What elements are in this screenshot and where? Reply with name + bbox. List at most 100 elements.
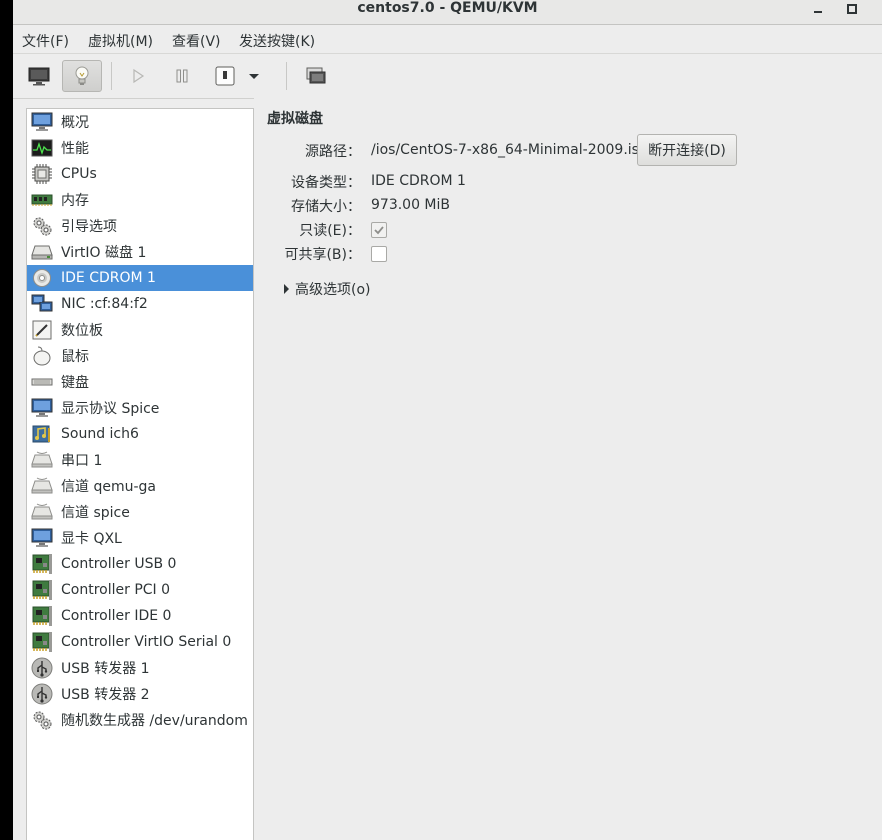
hardware-item-label: 引导选项	[61, 219, 117, 235]
hardware-item-tablet[interactable]: 数位板	[27, 317, 253, 343]
hardware-item-boot-options[interactable]: 引导选项	[27, 213, 253, 239]
usb-redirector-icon	[31, 657, 53, 679]
usb-redirector-icon	[31, 683, 53, 705]
sound-icon	[32, 425, 50, 443]
hardware-item-controller-pci[interactable]: Controller PCI 0	[27, 577, 253, 603]
channel-icon	[31, 477, 53, 494]
toolbar-separator	[111, 62, 112, 90]
title-bar: centos7.0 - QEMU/KVM	[13, 0, 882, 25]
toolbar-separator	[286, 62, 287, 90]
menu-send-key[interactable]: 发送按键(K)	[239, 31, 315, 51]
cdrom-disc-icon	[33, 269, 51, 287]
menu-view[interactable]: 查看(V)	[172, 31, 221, 51]
hardware-item-mouse[interactable]: 鼠标	[27, 343, 253, 369]
memory-icon	[31, 194, 53, 206]
shutdown-menu-button[interactable]	[243, 60, 265, 92]
play-icon	[133, 68, 145, 84]
mouse-icon	[33, 346, 51, 366]
monitor-icon	[28, 67, 50, 86]
hardware-item-performance[interactable]: 性能	[27, 135, 253, 161]
hardware-item-label: NIC :cf:84:f2	[61, 296, 148, 312]
hardware-item-label: 性能	[61, 141, 89, 157]
pause-icon	[176, 69, 188, 83]
shutdown-button[interactable]	[206, 60, 244, 92]
hardware-item-rng[interactable]: 随机数生成器 /dev/urandom	[27, 707, 253, 733]
details-panel: 虚拟磁盘 源路径： /ios/CentOS-7-x86_64-Minimal-2…	[254, 98, 882, 840]
checkmark-icon	[374, 226, 384, 235]
network-icon	[31, 294, 53, 312]
advanced-options-label: 高级选项(o)	[295, 282, 371, 298]
keyboard-icon	[31, 378, 53, 386]
advanced-options-expander[interactable]: 高级选项(o)	[284, 279, 371, 299]
maximize-icon	[847, 4, 857, 14]
toolbar	[13, 54, 882, 138]
hardware-item-label: Controller VirtIO Serial 0	[61, 634, 232, 650]
hardware-item-ide-cdrom[interactable]: IDE CDROM 1	[27, 265, 253, 291]
hardware-item-memory[interactable]: 内存	[27, 187, 253, 213]
console-button[interactable]	[20, 60, 58, 92]
minimize-button[interactable]	[808, 0, 828, 18]
hardware-item-overview[interactable]: 概况	[27, 109, 253, 135]
chevron-down-icon	[249, 74, 259, 79]
hardware-item-controller-ide[interactable]: Controller IDE 0	[27, 603, 253, 629]
hardware-item-label: 显卡 QXL	[61, 531, 122, 547]
hardware-item-label: USB 转发器 2	[61, 687, 150, 703]
controller-card-icon	[32, 632, 52, 652]
hardware-item-label: 数位板	[61, 323, 103, 339]
controller-card-icon	[32, 580, 52, 600]
hardware-item-label: 串口 1	[61, 453, 103, 469]
hardware-item-label: 概况	[61, 115, 89, 131]
storage-size-value: 973.00 MiB	[371, 197, 451, 213]
hardware-item-controller-virtio-serial[interactable]: Controller VirtIO Serial 0	[27, 629, 253, 655]
disconnect-button[interactable]: 断开连接(D)	[637, 134, 737, 166]
hardware-item-label: VirtIO 磁盘 1	[61, 245, 147, 261]
menu-bar: 文件(F) 虚拟机(M) 查看(V) 发送按键(K)	[13, 25, 882, 54]
display-monitor-icon	[31, 398, 53, 417]
device-type-value: IDE CDROM 1	[371, 173, 466, 189]
readonly-checkbox[interactable]	[371, 222, 387, 238]
hardware-item-label: 信道 spice	[61, 505, 130, 521]
hardware-item-usb-redirector-1[interactable]: USB 转发器 1	[27, 655, 253, 681]
lightbulb-icon	[75, 66, 89, 85]
hardware-item-keyboard[interactable]: 键盘	[27, 369, 253, 395]
hardware-item-label: IDE CDROM 1	[61, 270, 156, 286]
window-title: centos7.0 - QEMU/KVM	[357, 0, 538, 16]
hardware-item-label: CPUs	[61, 166, 97, 182]
details-button[interactable]	[62, 60, 102, 92]
snapshots-icon	[306, 67, 326, 84]
hardware-item-label: Controller PCI 0	[61, 582, 171, 598]
hardware-item-nic[interactable]: NIC :cf:84:f2	[27, 291, 253, 317]
hardware-item-video-qxl[interactable]: 显卡 QXL	[27, 525, 253, 551]
hardware-item-label: USB 转发器 1	[61, 661, 150, 677]
hardware-item-label: 鼠标	[61, 349, 89, 365]
controller-card-icon	[32, 554, 52, 574]
shareable-checkbox[interactable]	[371, 246, 387, 262]
hardware-item-label: 随机数生成器 /dev/urandom	[61, 713, 248, 729]
expander-arrow-icon	[284, 284, 289, 294]
readonly-label: 只读(E)：	[299, 223, 361, 239]
hardware-item-usb-redirector-2[interactable]: USB 转发器 2	[27, 681, 253, 707]
hardware-item-serial[interactable]: 串口 1	[27, 447, 253, 473]
menu-file[interactable]: 文件(F)	[22, 31, 69, 51]
menu-vm[interactable]: 虚拟机(M)	[88, 31, 153, 51]
hardware-item-sound[interactable]: Sound ich6	[27, 421, 253, 447]
hardware-item-cpus[interactable]: CPUs	[27, 161, 253, 187]
hardware-item-display-spice[interactable]: 显示协议 Spice	[27, 395, 253, 421]
pause-button[interactable]	[163, 60, 201, 92]
hardware-list: 概况 性能 CPUs 内存 引导选项 VirtIO 磁盘 1 IDE CDROM…	[26, 108, 254, 840]
hardware-item-virtio-disk[interactable]: VirtIO 磁盘 1	[27, 239, 253, 265]
run-button[interactable]	[119, 60, 157, 92]
hardware-item-channel-spice[interactable]: 信道 spice	[27, 499, 253, 525]
maximize-button[interactable]	[842, 0, 862, 18]
serial-port-icon	[31, 451, 53, 468]
section-title: 虚拟磁盘	[267, 111, 323, 127]
channel-icon	[31, 503, 53, 520]
snapshots-button[interactable]	[297, 60, 335, 92]
hardware-item-channel-qemu-ga[interactable]: 信道 qemu-ga	[27, 473, 253, 499]
minimize-icon	[814, 11, 822, 13]
source-path-label: 源路径：	[305, 144, 361, 160]
hardware-item-controller-usb[interactable]: Controller USB 0	[27, 551, 253, 577]
hardware-item-label: 信道 qemu-ga	[61, 479, 156, 495]
controller-card-icon	[32, 606, 52, 626]
virt-manager-window: centos7.0 - QEMU/KVM 文件(F) 虚拟机(M) 查看(V) …	[13, 0, 882, 840]
